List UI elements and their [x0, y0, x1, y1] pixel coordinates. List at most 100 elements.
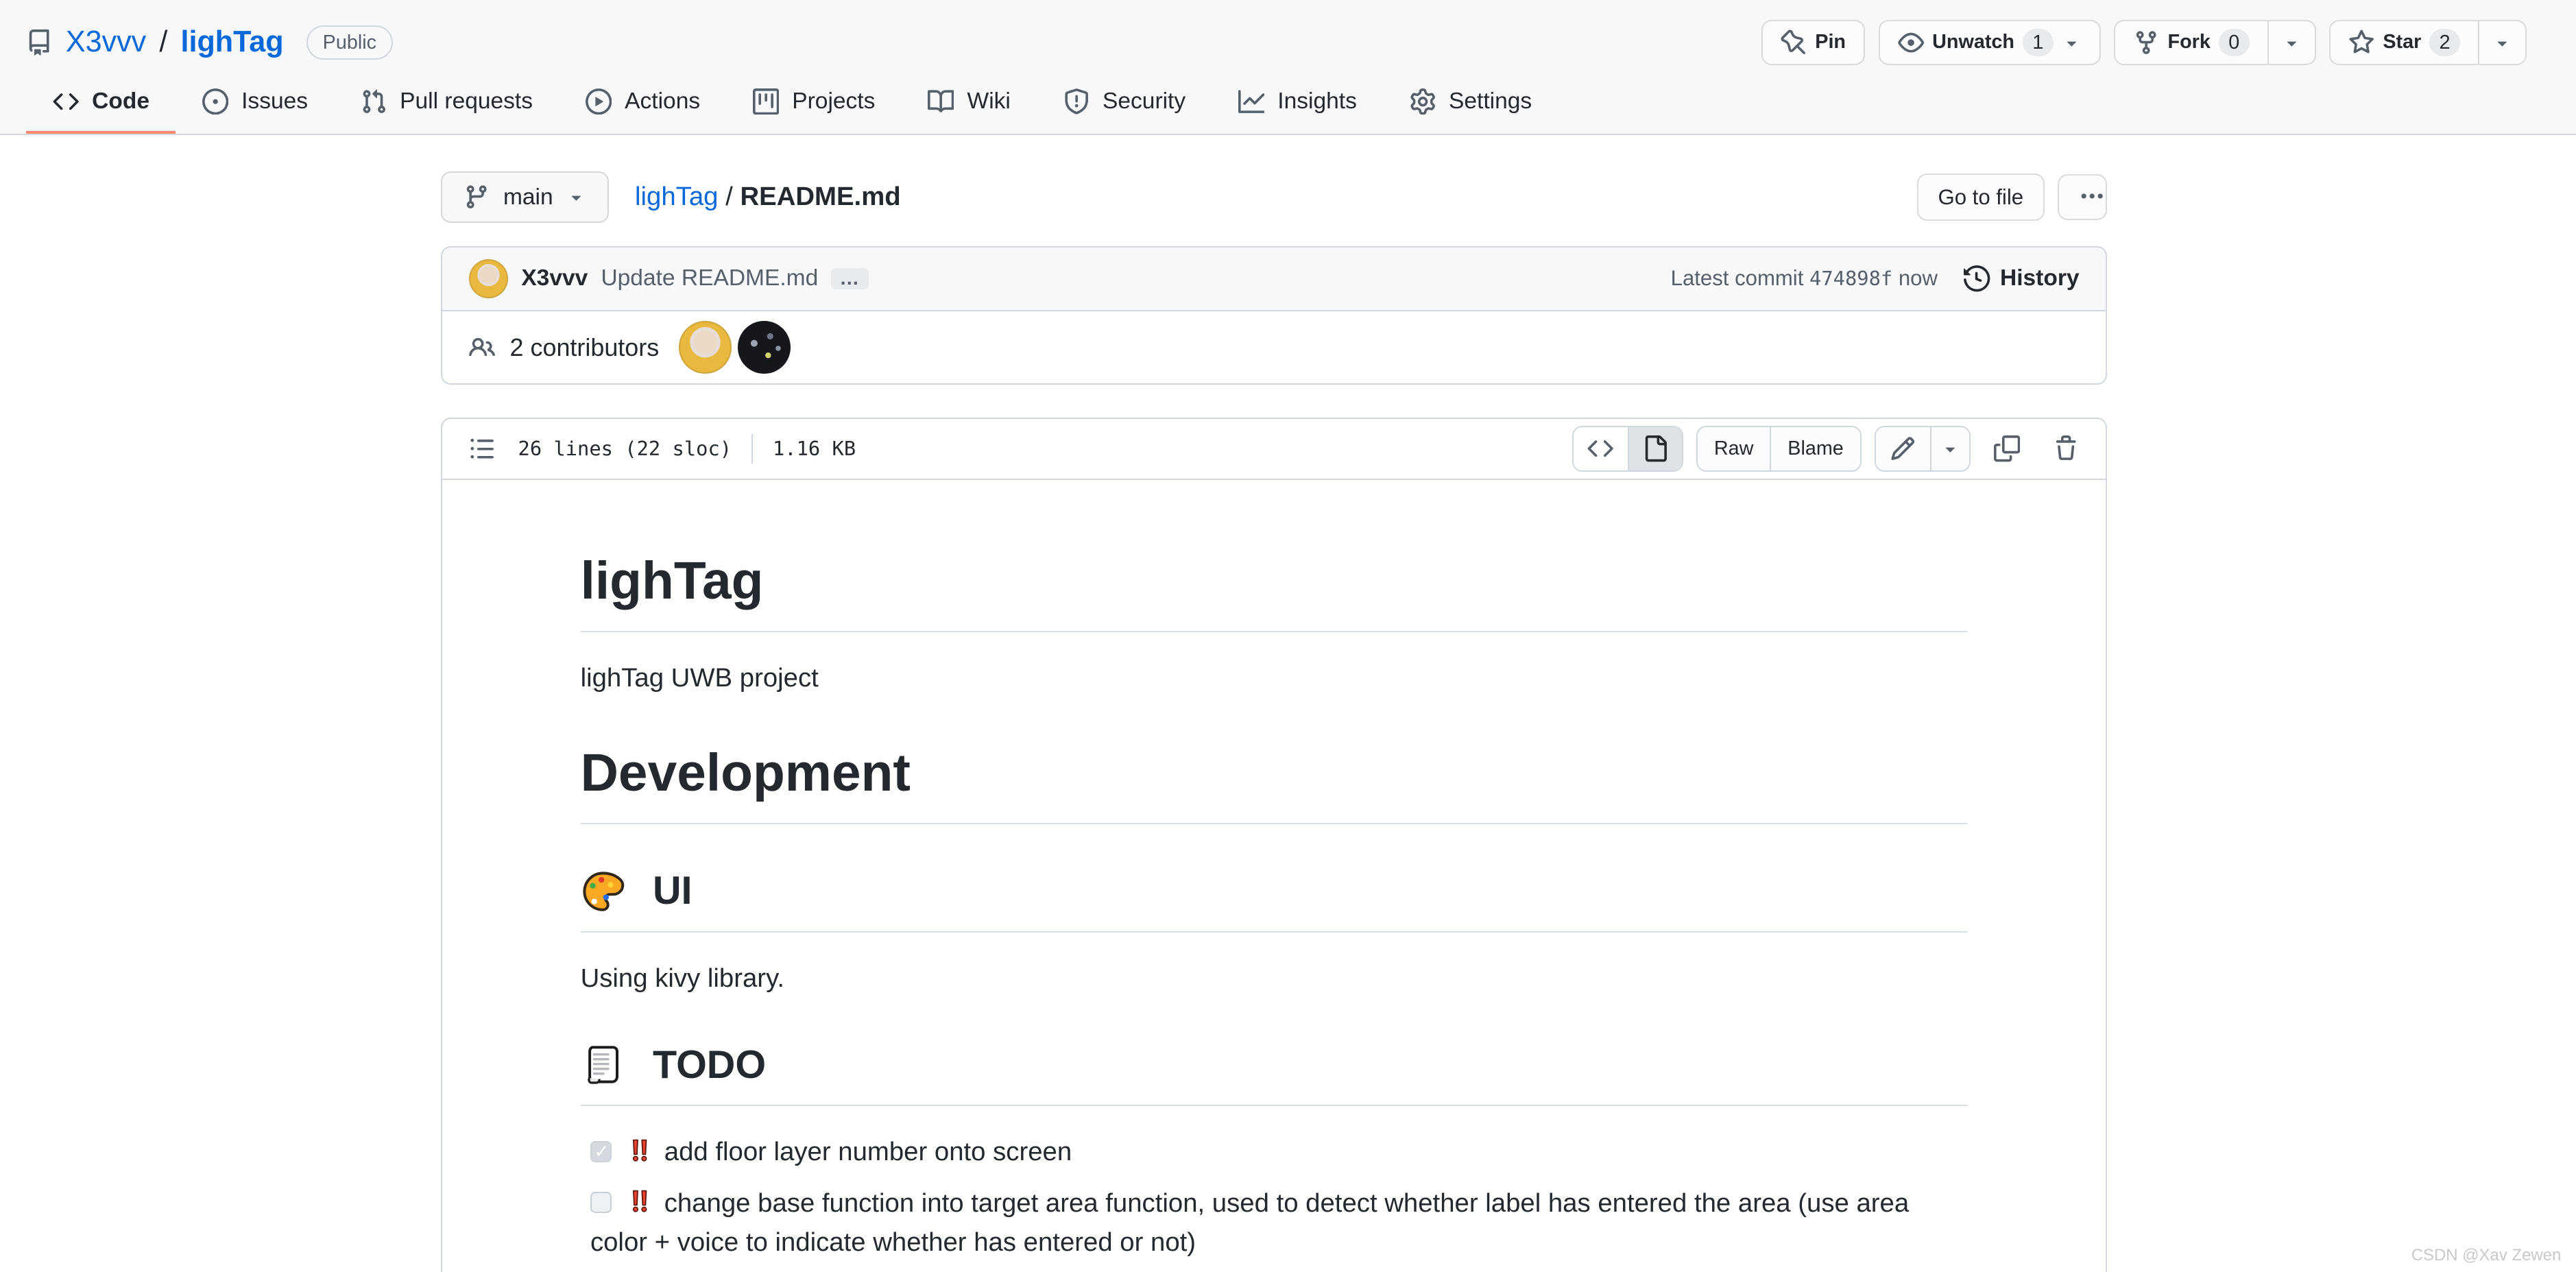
repo-nav-tabs: Code Issues Pull requests Actions Projec… [26, 75, 2527, 134]
fork-dropdown-button[interactable] [2267, 19, 2316, 66]
fork-count: 0 [2218, 28, 2250, 57]
fork-icon [2133, 29, 2159, 56]
chevron-down-icon [2492, 33, 2512, 53]
pencil-icon [1890, 435, 1916, 461]
table-of-contents-button[interactable] [459, 426, 505, 472]
star-icon [2348, 29, 2374, 56]
display-mode-toggle [1572, 426, 1683, 472]
chevron-down-icon [2062, 33, 2082, 53]
github-repo-file-page: X3vvv / lighTag Public Pin Unwatch 1 For… [0, 0, 2576, 1272]
file-lines-info: 26 lines (22 sloc) [518, 437, 732, 461]
pin-button-label: Pin [1815, 31, 1846, 53]
tab-code[interactable]: Code [26, 75, 176, 134]
watermark: CSDN @Xav Zewen [2411, 1245, 2562, 1264]
file-actions: Raw Blame [1572, 426, 2089, 472]
latest-commit-box: X3vvv Update README.md … Latest commit 4… [441, 245, 2107, 385]
ui-text: Using kivy library. [580, 963, 785, 993]
breadcrumb: X3vvv / lighTag Public [26, 25, 393, 60]
task-text: change base function into target area fu… [590, 1188, 1910, 1258]
graph-icon [1238, 88, 1265, 115]
star-button-group: Star 2 [2328, 19, 2527, 66]
more-options-button[interactable] [2057, 173, 2107, 220]
repo-owner-link[interactable]: X3vvv [66, 25, 146, 59]
blame-button[interactable]: Blame [1770, 427, 1860, 470]
branch-icon [464, 184, 490, 210]
tab-label: Actions [625, 88, 701, 114]
code-icon [53, 88, 79, 115]
commit-message-link[interactable]: Update README.md [601, 265, 818, 291]
task-item: change base function into target area fu… [590, 1184, 1968, 1262]
ui-heading-text: UI [652, 869, 693, 913]
todo-heading-text: TODO [652, 1042, 767, 1087]
file-meta: 26 lines (22 sloc) 1.16 KB [518, 433, 856, 464]
tab-issues[interactable]: Issues [176, 75, 334, 133]
tab-label: Pull requests [400, 88, 533, 114]
file-icon [1642, 435, 1668, 462]
commit-author-link[interactable]: X3vvv [521, 265, 588, 291]
tab-actions[interactable]: Actions [559, 75, 726, 133]
copy-button[interactable] [1984, 426, 2030, 472]
task-item: add floor layer number onto screen [590, 1132, 1968, 1172]
code-icon [1587, 435, 1613, 461]
watch-count: 1 [2022, 28, 2054, 57]
chevron-down-icon [2282, 33, 2302, 53]
unwatch-button[interactable]: Unwatch 1 [1878, 19, 2101, 66]
gear-icon [1410, 88, 1436, 115]
pin-button[interactable]: Pin [1761, 19, 1866, 66]
fork-button-group: Fork 0 [2113, 19, 2316, 66]
contributors-count-label: 2 contributors [509, 333, 660, 361]
edit-file-button[interactable] [1875, 427, 1930, 470]
unwatch-button-label: Unwatch [1932, 31, 2014, 53]
ui-heading: UI [580, 867, 1968, 933]
tab-settings[interactable]: Settings [1383, 75, 1558, 133]
file-view-box: 26 lines (22 sloc) 1.16 KB Raw Blame lig… [441, 418, 2107, 1272]
commit-author-avatar[interactable] [468, 259, 509, 299]
tab-pull-requests[interactable]: Pull requests [334, 75, 559, 133]
breadcrumb-file-name: README.md [740, 182, 901, 212]
double-exclamation-emoji [627, 1138, 653, 1166]
tab-insights[interactable]: Insights [1212, 75, 1383, 133]
star-count: 2 [2429, 28, 2461, 57]
visibility-badge: Public [306, 25, 393, 60]
go-to-file-button[interactable]: Go to file [1916, 173, 2045, 221]
edit-dropdown-button[interactable] [1929, 427, 1970, 470]
star-button-label: Star [2383, 31, 2422, 53]
projects-icon [752, 88, 780, 115]
history-icon [1964, 265, 1990, 292]
raw-button[interactable]: Raw [1697, 427, 1770, 470]
task-list: add floor layer number onto screen chang… [581, 1132, 1968, 1271]
file-breadcrumb: lighTag / README.md [635, 182, 901, 212]
commit-description-expander[interactable]: … [831, 267, 869, 290]
contributor-avatar[interactable] [738, 321, 791, 374]
tab-security[interactable]: Security [1037, 75, 1212, 133]
task-checkbox [590, 1191, 612, 1214]
history-link[interactable]: History [1964, 265, 2080, 292]
fork-button[interactable]: Fork 0 [2113, 19, 2269, 66]
copy-icon [1993, 435, 2021, 462]
contributors-link[interactable]: 2 contributors [468, 333, 660, 362]
star-dropdown-button[interactable] [2477, 19, 2527, 66]
commit-sha: 474898f [1809, 267, 1893, 291]
tab-wiki[interactable]: Wiki [902, 75, 1037, 133]
contributor-avatar[interactable] [678, 321, 732, 374]
source-view-button[interactable] [1574, 427, 1628, 470]
task-text: add floor layer number onto screen [664, 1137, 1072, 1167]
repo-name-link[interactable]: lighTag [181, 25, 284, 59]
fork-button-label: Fork [2167, 31, 2211, 53]
rendered-view-button[interactable] [1627, 427, 1682, 470]
delete-file-button[interactable] [2043, 426, 2089, 472]
people-icon [468, 335, 495, 361]
repo-icon [26, 29, 52, 56]
development-heading: Development [580, 741, 1968, 824]
tab-projects[interactable]: Projects [726, 75, 901, 133]
tab-label: Wiki [967, 88, 1011, 114]
shield-icon [1063, 88, 1090, 115]
kebab-icon [2079, 184, 2105, 210]
star-button[interactable]: Star 2 [2328, 19, 2480, 66]
branch-selector-button[interactable]: main [441, 171, 609, 224]
breadcrumb-repo-link[interactable]: lighTag [635, 182, 718, 211]
trash-icon [2053, 435, 2079, 461]
raw-blame-group: Raw Blame [1696, 426, 1862, 472]
contributor-avatars [678, 321, 791, 374]
repo-action-buttons: Pin Unwatch 1 Fork 0 Star 2 [1761, 19, 2527, 66]
